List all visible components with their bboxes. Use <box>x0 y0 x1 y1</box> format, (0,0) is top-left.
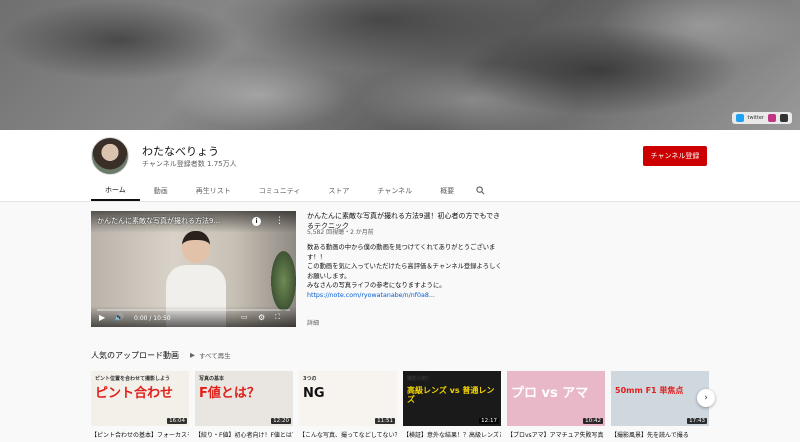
video-duration: 12:17 <box>479 418 499 424</box>
description-link[interactable]: https://note.com/ryowatanabe/n/nf0a8... <box>307 291 507 301</box>
featured-video-meta: 5,582 回視聴・2 か月前 <box>307 229 374 236</box>
video-title[interactable]: 【絞り・F値】初心者向け！F値とは？ <box>195 430 293 439</box>
volume-icon[interactable]: 🔊 <box>114 313 124 322</box>
plant-image <box>271 251 296 311</box>
video-thumbnail[interactable]: ピント位置を合わせて撮影しよう ピント合わせ 16:04 <box>91 371 189 426</box>
video-card[interactable]: 撮影比較！ 高級レンズ vs 普通レンズ 12:17 【検証】意外な結果！？高級… <box>403 371 501 439</box>
video-card[interactable]: 50mm F1 単焦点 17:43 【撮影風景】先を読んで撮る <box>611 371 709 439</box>
video-duration: 17:43 <box>687 418 707 424</box>
thumbnail-subcaption: 撮影比較！ <box>407 376 433 382</box>
thumbnail-subcaption: 3つの <box>303 376 317 382</box>
progress-bar[interactable] <box>97 309 290 311</box>
tab-about[interactable]: 概要 <box>426 180 468 201</box>
channel-banner: twitter <box>0 0 800 130</box>
video-title[interactable]: 【こんな写真、撮ってなどしてない？】 <box>299 430 397 439</box>
video-title[interactable]: 【プロvsアマ】アマチュア失敗写真 <box>507 430 605 439</box>
channel-tabs: ホーム 動画 再生リスト コミュニティ ストア チャンネル 概要 <box>91 180 493 201</box>
play-icon: ▶ <box>190 351 195 359</box>
search-icon <box>476 186 485 195</box>
video-title[interactable]: 【検証】意外な結果！？高級レンズと普通レンズ <box>403 430 501 439</box>
header-divider <box>0 201 800 202</box>
description-line: 数ある動画の中から僕の動画を見つけてくれてありがとうございます！！ <box>307 244 496 261</box>
link-icon[interactable] <box>780 114 788 122</box>
thumbnail-caption: プロ vs アマ <box>511 386 589 401</box>
video-duration: 11:51 <box>375 418 395 424</box>
instagram-icon[interactable] <box>768 114 776 122</box>
captions-icon[interactable]: ▭ <box>241 313 248 321</box>
tab-home[interactable]: ホーム <box>91 180 140 201</box>
video-card[interactable]: ピント位置を合わせて撮影しよう ピント合わせ 16:04 【ピント合わせの基本】… <box>91 371 189 439</box>
video-card[interactable]: プロ vs アマ 10:42 【プロvsアマ】アマチュア失敗写真 <box>507 371 605 439</box>
chevron-right-icon[interactable]: › <box>697 389 715 407</box>
more-vertical-icon[interactable]: ⋮ <box>275 216 284 226</box>
video-duration: 10:42 <box>583 418 603 424</box>
play-icon[interactable]: ▶ <box>99 313 105 322</box>
video-duration: 16:04 <box>167 418 187 424</box>
video-title[interactable]: 【ピント合わせの基本】フォーカスモード <box>91 430 189 439</box>
featured-video-description: 数ある動画の中から僕の動画を見つけてくれてありがとうございます！！ この動画を気… <box>307 243 507 300</box>
thumbnail-subcaption: 写真の基本 <box>199 376 225 382</box>
thumbnail-subcaption: ピント位置を合わせて撮影しよう <box>95 376 171 382</box>
channel-name: わたなべりょう <box>142 145 219 158</box>
read-more-link[interactable]: 詳細 <box>307 318 319 327</box>
play-all-button[interactable]: ▶ すべて再生 <box>190 350 231 360</box>
thumbnail-caption: NG <box>303 386 325 401</box>
tab-videos[interactable]: 動画 <box>140 180 182 201</box>
tab-community[interactable]: コミュニティ <box>245 180 315 201</box>
banner-links[interactable]: twitter <box>731 112 792 124</box>
video-card[interactable]: 写真の基本 F値とは？ 12:20 【絞り・F値】初心者向け！F値とは？ <box>195 371 293 439</box>
video-thumbnail[interactable]: プロ vs アマ 10:42 <box>507 371 605 426</box>
thumbnail-caption: 高級レンズ vs 普通レンズ <box>407 386 495 404</box>
thumbnail-caption: ピント合わせ <box>95 386 174 401</box>
thumbnail-caption: 50mm F1 単焦点 <box>615 386 684 395</box>
video-thumbnail[interactable]: 写真の基本 F値とは？ 12:20 <box>195 371 293 426</box>
banner-link-label[interactable]: twitter <box>748 115 765 121</box>
video-shelf: ピント位置を合わせて撮影しよう ピント合わせ 16:04 【ピント合わせの基本】… <box>91 371 709 439</box>
player-video-title[interactable]: かんたんに素敵な写真が撮れる方法9... <box>97 216 272 226</box>
player-time: 0:00 / 10:50 <box>134 315 171 322</box>
description-line: みなさんの写真ライフの参考になりますように。 <box>307 282 446 289</box>
tab-playlists[interactable]: 再生リスト <box>182 180 245 201</box>
tab-store[interactable]: ストア <box>314 180 363 201</box>
video-title[interactable]: 【撮影風景】先を読んで撮る <box>611 430 709 439</box>
subscriber-count: チャンネル登録者数 1.75万人 <box>142 160 237 168</box>
video-card[interactable]: 3つの NG 11:51 【こんな写真、撮ってなどしてない？】 <box>299 371 397 439</box>
tab-channels[interactable]: チャンネル <box>363 180 426 201</box>
video-duration: 12:20 <box>271 418 291 424</box>
shelf-title[interactable]: 人気のアップロード動画 <box>91 350 179 361</box>
avatar[interactable] <box>91 137 129 175</box>
play-all-label: すべて再生 <box>199 352 231 360</box>
thumbnail-caption: F値とは？ <box>199 386 260 401</box>
video-thumbnail[interactable]: 撮影比較！ 高級レンズ vs 普通レンズ 12:17 <box>403 371 501 426</box>
subscribe-button[interactable]: チャンネル登録 <box>643 146 707 166</box>
info-icon[interactable]: i <box>252 217 261 226</box>
fullscreen-icon[interactable]: ⛶ <box>275 313 280 322</box>
channel-search-button[interactable] <box>468 180 493 201</box>
description-line: この動画を気に入っていただけたら高評価＆チャンネル登録よろしくお願いします。 <box>307 263 502 280</box>
video-thumbnail[interactable]: 3つの NG 11:51 <box>299 371 397 426</box>
settings-gear-icon[interactable]: ⚙ <box>258 313 265 322</box>
twitter-icon[interactable] <box>735 114 744 122</box>
video-thumbnail[interactable]: 50mm F1 単焦点 17:43 <box>611 371 709 426</box>
